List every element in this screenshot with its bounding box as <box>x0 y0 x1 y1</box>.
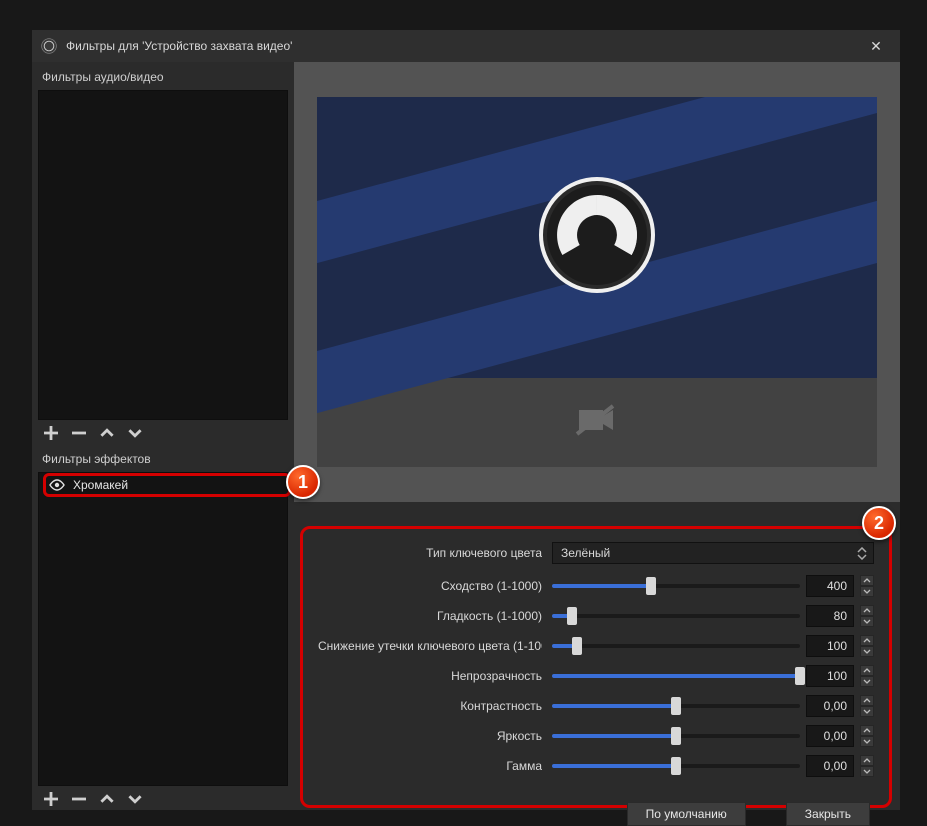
setting-label: Контрастность <box>318 699 542 713</box>
add-icon[interactable] <box>44 792 58 806</box>
setting-row: Сходство (1-1000) 400 <box>318 574 874 598</box>
slider[interactable] <box>552 665 800 687</box>
preview-canvas <box>317 97 877 467</box>
filters-dialog: Фильтры для 'Устройство захвата видео' ✕… <box>32 30 900 810</box>
spinner[interactable] <box>860 725 874 747</box>
setting-label: Сходство (1-1000) <box>318 579 542 593</box>
no-signal-icon <box>573 402 621 443</box>
main-panel: Тип ключевого цвета Зелёный Сходств <box>294 62 900 810</box>
remove-icon[interactable] <box>72 426 86 440</box>
setting-label: Гамма <box>318 759 542 773</box>
setting-label: Тип ключевого цвета <box>318 546 542 560</box>
setting-row: Гамма 0,00 <box>318 754 874 778</box>
value-input[interactable]: 100 <box>806 635 854 657</box>
setting-row: Снижение утечки ключевого цвета (1-1000)… <box>318 634 874 658</box>
setting-row: Гладкость (1-1000) 80 <box>318 604 874 628</box>
setting-row-key-color-type: Тип ключевого цвета Зелёный <box>318 542 874 564</box>
window-title: Фильтры для 'Устройство захвата видео' <box>66 39 292 53</box>
setting-label: Яркость <box>318 729 542 743</box>
audio-filters-label: Фильтры аудио/видео <box>38 68 288 88</box>
titlebar: Фильтры для 'Устройство захвата видео' ✕ <box>32 30 900 62</box>
spinner[interactable] <box>860 575 874 597</box>
spin-up-icon <box>860 695 874 706</box>
spinner[interactable] <box>860 635 874 657</box>
settings-footer: По умолчанию Закрыть <box>318 802 874 826</box>
spin-up-icon <box>860 755 874 766</box>
spin-up-icon <box>860 725 874 736</box>
sidebar: Фильтры аудио/видео Фильтры эффектов Хро… <box>32 62 294 810</box>
spin-down-icon <box>860 766 874 777</box>
effect-filters-toolbar <box>38 788 288 814</box>
select-value: Зелёный <box>561 546 610 560</box>
visibility-icon[interactable] <box>49 477 65 493</box>
value-input[interactable]: 0,00 <box>806 725 854 747</box>
filter-settings: Тип ключевого цвета Зелёный Сходств <box>304 530 888 804</box>
effect-filters-label: Фильтры эффектов <box>38 450 288 470</box>
effect-filters-list[interactable]: Хромакей <box>38 472 288 786</box>
spin-up-icon <box>860 665 874 676</box>
filter-item-chromakey[interactable]: Хромакей <box>39 473 287 497</box>
close-icon[interactable]: ✕ <box>860 38 892 55</box>
filter-item-label: Хромакей <box>73 478 128 492</box>
spin-down-icon <box>860 586 874 597</box>
add-icon[interactable] <box>44 426 58 440</box>
move-up-icon[interactable] <box>100 426 114 440</box>
obs-logo-icon <box>537 175 657 300</box>
value-input[interactable]: 100 <box>806 665 854 687</box>
slider[interactable] <box>552 755 800 777</box>
spinner[interactable] <box>860 695 874 717</box>
remove-icon[interactable] <box>72 792 86 806</box>
spinner[interactable] <box>860 665 874 687</box>
preview-area <box>294 62 900 502</box>
move-down-icon[interactable] <box>128 426 142 440</box>
slider[interactable] <box>552 695 800 717</box>
slider[interactable] <box>552 575 800 597</box>
key-color-select[interactable]: Зелёный <box>552 542 874 564</box>
move-up-icon[interactable] <box>100 792 114 806</box>
value-input[interactable]: 0,00 <box>806 755 854 777</box>
value-input[interactable]: 400 <box>806 575 854 597</box>
setting-label: Снижение утечки ключевого цвета (1-1000) <box>318 639 542 653</box>
spin-up-icon <box>860 605 874 616</box>
callout-1: 1 <box>286 465 320 499</box>
slider[interactable] <box>552 725 800 747</box>
audio-filters-toolbar <box>38 422 288 448</box>
audio-filters-list[interactable] <box>38 90 288 420</box>
spinner[interactable] <box>860 605 874 627</box>
spin-down-icon <box>860 676 874 687</box>
spin-down-icon <box>860 736 874 747</box>
spin-down-icon <box>860 646 874 657</box>
slider[interactable] <box>552 635 800 657</box>
setting-row: Яркость 0,00 <box>318 724 874 748</box>
setting-row: Непрозрачность 100 <box>318 664 874 688</box>
obs-icon <box>40 37 58 55</box>
defaults-button[interactable]: По умолчанию <box>627 802 746 826</box>
spin-down-icon <box>860 706 874 717</box>
setting-label: Гладкость (1-1000) <box>318 609 542 623</box>
spin-up-icon <box>860 635 874 646</box>
setting-label: Непрозрачность <box>318 669 542 683</box>
setting-row: Контрастность 0,00 <box>318 694 874 718</box>
select-spinner-icon <box>857 545 869 561</box>
callout-2: 2 <box>862 506 896 540</box>
move-down-icon[interactable] <box>128 792 142 806</box>
value-input[interactable]: 0,00 <box>806 695 854 717</box>
spin-up-icon <box>860 575 874 586</box>
value-input[interactable]: 80 <box>806 605 854 627</box>
slider[interactable] <box>552 605 800 627</box>
spin-down-icon <box>860 616 874 627</box>
close-button[interactable]: Закрыть <box>786 802 870 826</box>
spinner[interactable] <box>860 755 874 777</box>
